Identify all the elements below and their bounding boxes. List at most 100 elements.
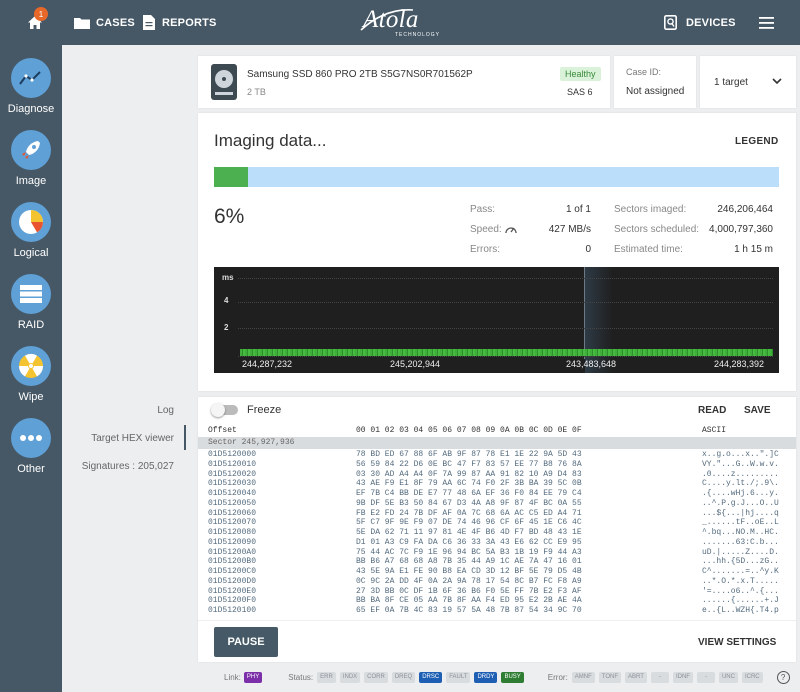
- active-indicator: [184, 425, 186, 450]
- graph-speed-series: [240, 349, 773, 356]
- hex-row-offset: 01D5120070: [208, 518, 257, 528]
- status-fault: FAULT: [446, 672, 471, 683]
- sidebar-item-logical[interactable]: Logical: [0, 189, 62, 261]
- graph-cursor-highlight: [585, 267, 613, 373]
- progress-fill: [214, 167, 248, 187]
- status-corr: CORR: [364, 672, 388, 683]
- graph-x-label: 244,287,232: [242, 359, 293, 369]
- notification-badge[interactable]: 1: [34, 7, 48, 21]
- estimated-time-value: 1 h 15 m: [734, 244, 773, 255]
- errors-value: 0: [585, 244, 591, 255]
- read-button[interactable]: READ: [698, 405, 726, 416]
- rocket-icon: [11, 130, 51, 170]
- chevron-down-icon: [772, 78, 782, 85]
- hex-row: 01D5120090 D1 01 A3 C9 FA DA C6 36 33 3A …: [198, 538, 796, 548]
- view-settings-button[interactable]: VIEW SETTINGS: [698, 637, 776, 648]
- pause-button[interactable]: PAUSE: [214, 627, 278, 657]
- error-empty: -: [650, 672, 669, 683]
- left-panel: Log Target HEX viewer Signatures : 205,0…: [62, 45, 196, 692]
- hex-row-ascii: ...${...|hj....q: [702, 508, 779, 518]
- hex-row-bytes: 43 5E 9A E1 FE 90 B8 EA CD 3D 12 BF 5E 7…: [356, 567, 582, 576]
- errors-label: Errors:: [470, 244, 500, 255]
- target-label: 1 target: [714, 77, 748, 88]
- hex-row-offset: 01D5120040: [208, 489, 257, 498]
- sectors-scheduled-label: Sectors scheduled:: [614, 224, 700, 235]
- error-amnf: AMNF: [571, 672, 595, 683]
- target-hex-viewer-link[interactable]: Target HEX viewer: [91, 433, 174, 444]
- sidebar-item-raid[interactable]: RAID: [0, 261, 62, 333]
- hex-row-bytes: 5F C7 9F 9E F9 07 DE 74 46 96 CF 6F 45 1…: [356, 518, 582, 528]
- hex-row-ascii: ..*.O.*.x.T.....: [702, 576, 779, 586]
- menu-button[interactable]: [759, 0, 774, 45]
- hex-row-bytes: 9B DF 5E B3 50 84 67 D3 4A A8 9F 87 4F B…: [356, 498, 582, 508]
- sidebar-item-diagnose[interactable]: Diagnose: [0, 45, 62, 117]
- legend-button[interactable]: LEGEND: [735, 136, 778, 147]
- hex-row: 01D51200D0 0C 9C 2A DD 4F 0A 2A 9A 78 17 …: [198, 577, 796, 587]
- hex-row-bytes: 27 3D BB 0C DF 1B 6F 36 B6 F0 5E FF 7B E…: [356, 586, 582, 596]
- hex-row: 01D51200F0 BB BA 8F CE 05 AA 7B 8F AA F4 …: [198, 596, 796, 606]
- target-selector[interactable]: 1 target: [700, 56, 796, 108]
- sidebar-label-other: Other: [17, 463, 45, 475]
- signatures-count: Signatures : 205,027: [81, 461, 174, 472]
- status-bar: Link: PHY Status: ERR INDX CORR DREQ DRS…: [224, 671, 790, 684]
- device-card[interactable]: Samsung SSD 860 PRO 2TB S5G7NS0R701562P …: [198, 56, 610, 108]
- case-card[interactable]: Case ID: Not assigned: [614, 56, 696, 108]
- diagnose-icon: [11, 58, 51, 98]
- devices-label: DEVICES: [686, 16, 736, 29]
- sidebar-label-image: Image: [15, 175, 47, 187]
- speedometer-icon: [505, 227, 517, 234]
- hex-row-offset: 01D51200C0: [208, 567, 257, 576]
- help-icon[interactable]: ?: [776, 671, 790, 684]
- device-name: Samsung SSD 860 PRO 2TB S5G7NS0R701562P: [247, 69, 473, 80]
- hex-footer: PAUSE VIEW SETTINGS: [198, 620, 796, 662]
- graph-y-label-2: 2: [224, 323, 229, 332]
- hex-row: 01D51200E0 27 3D BB 0C DF 1B 6F 36 B6 F0 …: [198, 587, 796, 597]
- error-idnf: IDNF: [672, 672, 693, 683]
- sidebar-item-wipe[interactable]: Wipe: [0, 333, 62, 405]
- cases-button[interactable]: CASES: [74, 0, 135, 45]
- log-link[interactable]: Log: [157, 405, 174, 416]
- hex-row-ascii: ..^.P.g.J...O..U: [702, 498, 779, 508]
- error-label: Error:: [547, 673, 568, 682]
- hex-row-offset: 01D51200E0: [208, 586, 257, 596]
- hex-row-bytes: 0C 9C 2A DD 4F 0A 2A 9A 78 17 54 8C B7 F…: [356, 576, 582, 586]
- estimated-time-label: Estimated time:: [614, 244, 683, 255]
- cases-label: CASES: [96, 16, 135, 29]
- hex-row-offset: 01D5120080: [208, 528, 257, 537]
- pie-chart-icon: [11, 202, 51, 242]
- save-button[interactable]: SAVE: [744, 405, 771, 416]
- hex-row-ascii: C....y.lt./;.9\.: [702, 479, 779, 489]
- error-empty: -: [696, 672, 715, 683]
- freeze-toggle[interactable]: [211, 403, 238, 417]
- sidebar-label-raid: RAID: [17, 319, 45, 331]
- status-drdy: DRDY: [474, 672, 498, 683]
- sidebar-item-image[interactable]: Image: [0, 117, 62, 189]
- graph-gridline: [238, 356, 773, 357]
- hex-row-offset: 01D5120000: [208, 450, 257, 459]
- reports-button[interactable]: REPORTS: [143, 0, 217, 45]
- sidebar: Diagnose Image Logical RAID Wipe Other: [0, 45, 62, 692]
- toggle-knob: [211, 403, 225, 417]
- sectors-imaged-label: Sectors imaged:: [614, 204, 687, 215]
- graph-x-label: 245,202,944: [390, 359, 441, 369]
- sidebar-item-other[interactable]: Other: [0, 405, 62, 477]
- error-unc: UNC: [718, 672, 738, 683]
- hex-row-offset: 01D5120020: [208, 469, 257, 479]
- device-icon: [664, 15, 677, 30]
- reports-label: REPORTS: [162, 16, 217, 29]
- status-indx: INDX: [339, 672, 361, 683]
- sectors-imaged-value: 246,206,464: [717, 204, 773, 215]
- case-id-label: Case ID:: [626, 67, 662, 77]
- speed-graph: ms 4 2 244,287,232 245,202,944 243,483,6…: [214, 267, 779, 373]
- devices-button[interactable]: DEVICES: [664, 0, 736, 45]
- hex-row-ascii: uD.|.....Z....D.: [702, 547, 779, 557]
- graph-x-label: 244,283,392: [714, 359, 765, 369]
- hex-row-ascii: e..{L..WZH{.T4.p: [702, 606, 779, 615]
- sectors-scheduled-value: 4,000,797,360: [709, 224, 773, 235]
- sidebar-label-logical: Logical: [13, 247, 49, 259]
- hex-row-offset: 01D5120050: [208, 498, 257, 508]
- sector-label: Sector 245,927,936: [208, 438, 295, 447]
- hex-row: 01D5120050 9B DF 5E B3 50 84 67 D3 4A A8 …: [198, 499, 796, 509]
- hex-row-bytes: EF 7B C4 BB DE E7 77 48 6A EF 36 F0 84 E…: [356, 489, 582, 498]
- imaging-card: Imaging data... LEGEND 6% Pass: 1 of 1 S…: [198, 113, 796, 391]
